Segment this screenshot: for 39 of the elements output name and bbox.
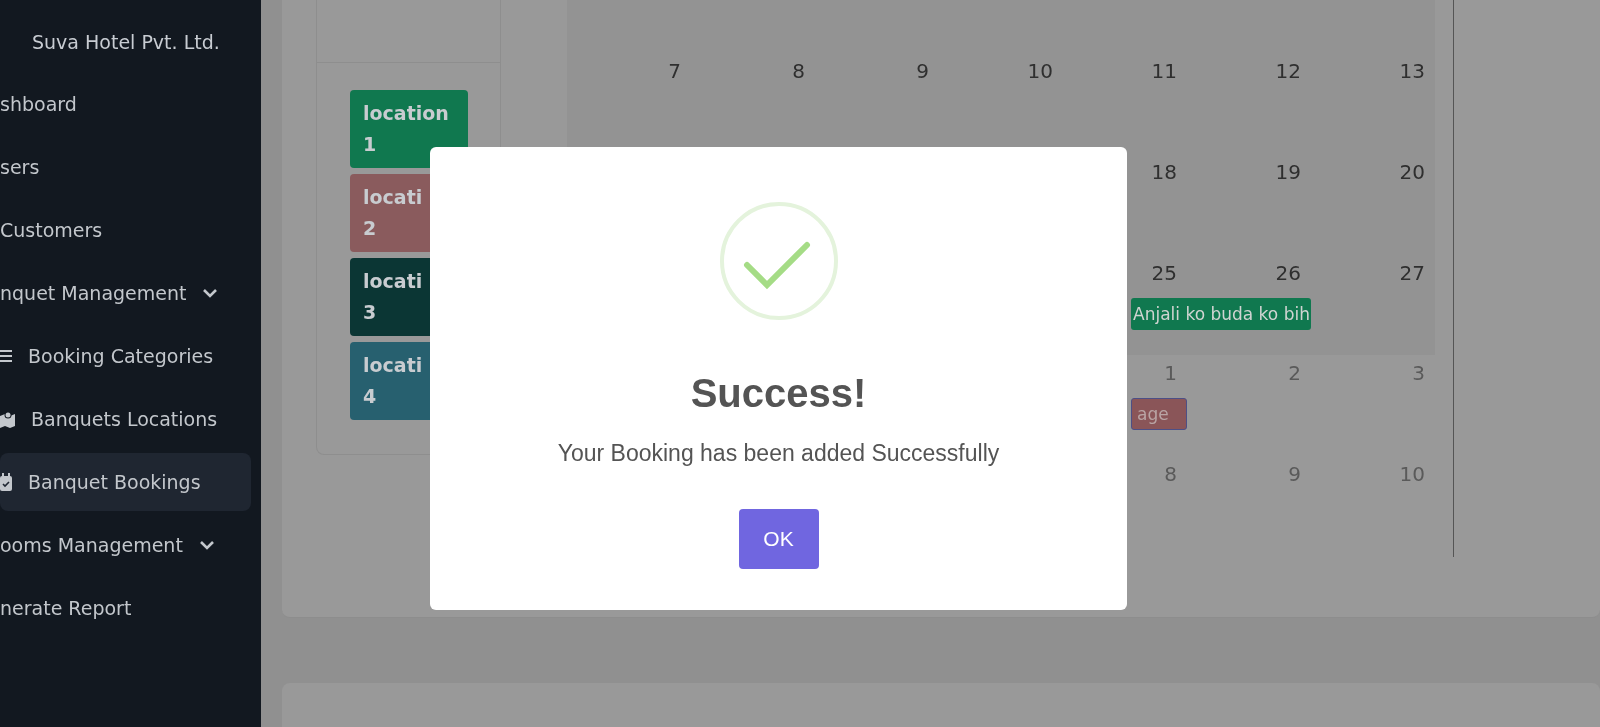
list-icon	[0, 348, 12, 364]
day-number: 10	[1398, 461, 1426, 486]
day-number: 2	[1287, 360, 1302, 385]
location-chip: location 1	[350, 90, 468, 168]
day-number: 19	[1274, 159, 1302, 184]
day-number: 3	[1411, 360, 1426, 385]
checkmark-icon	[718, 201, 839, 321]
day-number: 8	[791, 58, 806, 83]
sidebar-item[interactable]: Booking Categories	[0, 327, 251, 385]
day-number: 9	[1287, 461, 1302, 486]
day-number: 27	[1398, 260, 1426, 285]
sidebar-item[interactable]: shboard	[0, 75, 251, 133]
day-number: 13	[1398, 58, 1426, 83]
day-number: 12	[1274, 58, 1302, 83]
sidebar-item[interactable]: Banquet Bookings	[0, 453, 251, 511]
calendar-icon	[0, 473, 12, 491]
ok-button[interactable]: OK	[738, 509, 819, 569]
day-number: 9	[915, 58, 930, 83]
day-number: 7	[667, 58, 682, 83]
sidebar-item[interactable]: nerate Report	[0, 579, 251, 637]
calendar-event[interactable]: Anjali ko buda ko bih	[1131, 298, 1311, 330]
day-number: 11	[1150, 58, 1178, 83]
dialog-message: Your Booking has been added Successfully	[557, 440, 1000, 467]
sidebar-item[interactable]: Customers	[0, 201, 251, 259]
day-number: 25	[1150, 260, 1178, 285]
sidebar-item[interactable]: sers	[0, 138, 251, 196]
day-number: 20	[1398, 159, 1426, 184]
dialog-title: Success!	[690, 371, 867, 416]
day-number: 1	[1163, 360, 1178, 385]
sidebar-item[interactable]: Banquets Locations	[0, 390, 251, 448]
sidebar-item[interactable]: nquet Management	[0, 264, 251, 322]
chevron-down-icon	[202, 288, 219, 298]
sidebar-item[interactable]: ooms Management	[0, 516, 251, 574]
chevron-down-icon	[198, 540, 215, 550]
brand-name[interactable]: Suva Hotel Pvt. Ltd.	[0, 24, 261, 60]
day-number: 26	[1274, 260, 1302, 285]
day-number: 18	[1150, 159, 1178, 184]
day-number: 8	[1163, 461, 1178, 486]
day-number: 10	[1026, 58, 1054, 83]
